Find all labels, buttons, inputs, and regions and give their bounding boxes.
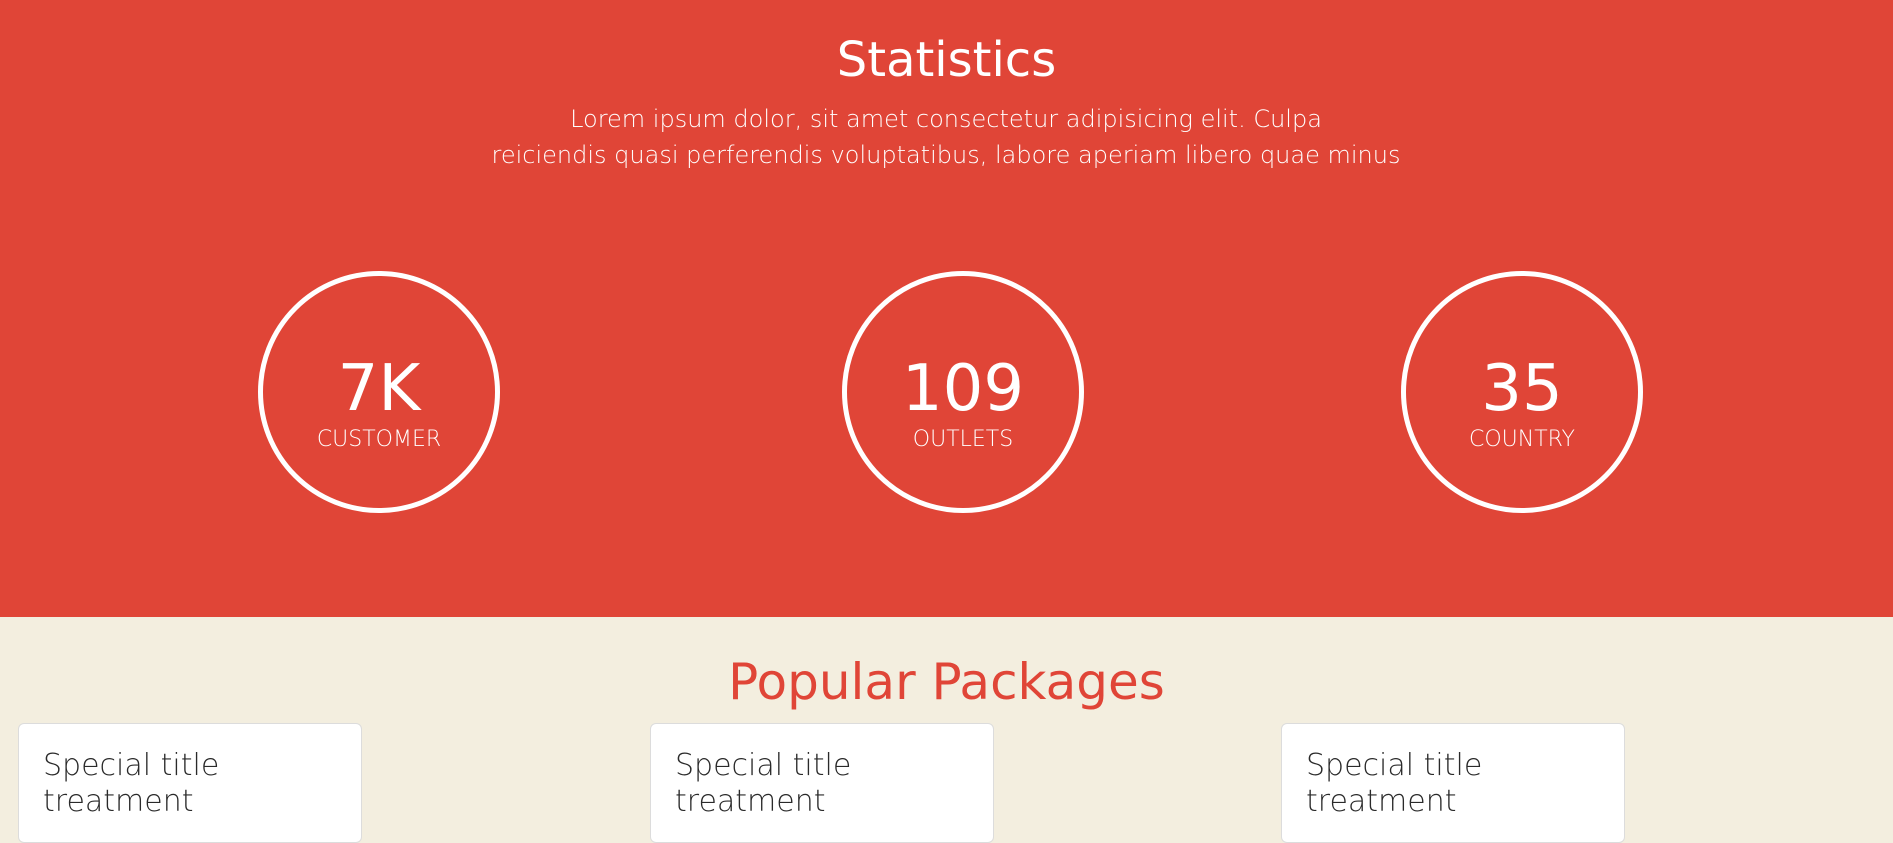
package-card-title: Special title treatment [43, 748, 220, 819]
package-card[interactable]: Special title treatment [1281, 723, 1625, 843]
stat-circle-customer: 7K CUSTOMER [258, 271, 500, 513]
statistics-description: Lorem ipsum dolor, sit amet consectetur … [446, 101, 1446, 173]
stat-label: COUNTRY [1469, 427, 1575, 452]
stat-value: 109 [901, 352, 1025, 426]
stat-value: 7K [337, 352, 421, 426]
stat-label: CUSTOMER [316, 427, 442, 452]
package-card-title: Special title treatment [675, 748, 852, 819]
stat-label: OUTLETS [912, 427, 1014, 452]
package-card[interactable]: Special title treatment [18, 723, 362, 843]
statistics-description-line-2: reiciendis quasi perferendis voluptatibu… [491, 141, 1401, 169]
package-card[interactable]: Special title treatment [650, 723, 994, 843]
stat-circle-country: 35 COUNTRY [1401, 271, 1643, 513]
statistics-section: Statistics Lorem ipsum dolor, sit amet c… [0, 0, 1893, 617]
stat-circle-outlets: 109 OUTLETS [842, 271, 1084, 513]
packages-title: Popular Packages [728, 653, 1165, 711]
package-card-title: Special title treatment [1306, 748, 1483, 819]
statistics-title: Statistics [836, 32, 1057, 88]
stat-value: 35 [1481, 352, 1563, 426]
statistics-description-line-1: Lorem ipsum dolor, sit amet consectetur … [570, 105, 1322, 133]
